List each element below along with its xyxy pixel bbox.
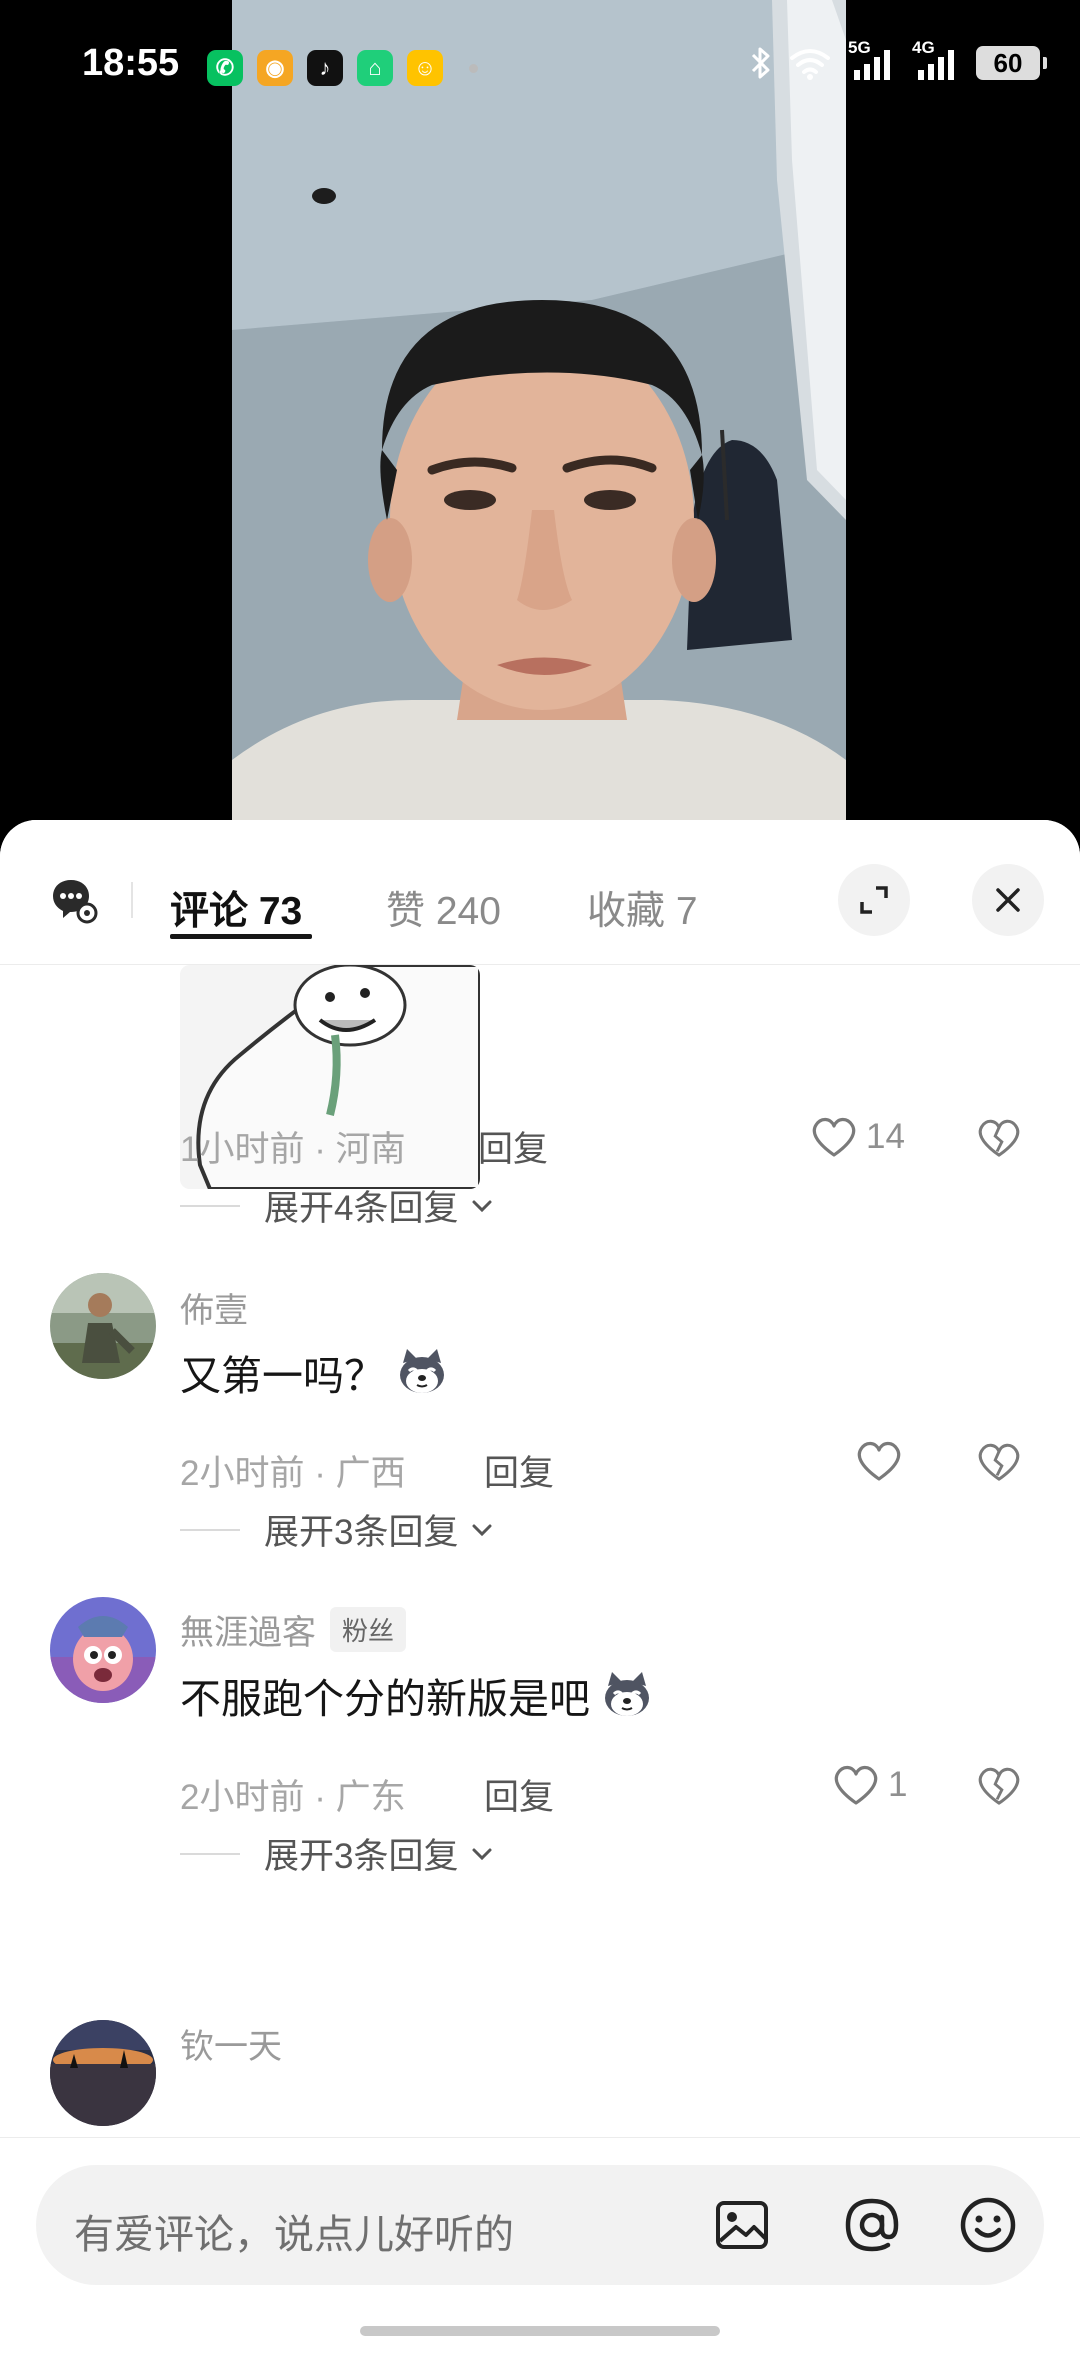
username-text: 钦一天 [180,2028,282,2066]
expand-replies-button[interactable]: 展开3条回复 [180,1828,496,1879]
home-indicator[interactable] [360,2326,720,2336]
close-panel-button[interactable] [972,864,1044,936]
comment-meta: 2小时前 · 广西 [180,1454,406,1493]
expand-replies-label: 展开3条回复 [264,1837,459,1876]
broken-heart-icon[interactable] [976,1117,1022,1159]
like-count: 1 [888,1765,908,1804]
cell-signal-5g-icon: 5G [848,38,896,82]
like-button[interactable]: 1 [832,1763,907,1807]
expand-replies-label: 展开4条回复 [264,1189,459,1228]
like-button[interactable] [855,1439,911,1483]
tiktok-icon: ♪ [307,50,343,86]
reply-button[interactable]: 回复 [484,1769,554,1820]
status-bar: 18:55 ✆ ◉ ♪ ⌂ ☺ 5G 4G 60 [0,0,1080,140]
more-notifications-dot [469,63,478,73]
comment-text: 又第一吗？ [180,1342,449,1402]
expand-icon [860,886,888,914]
notification-icons: ✆ ◉ ♪ ⌂ ☺ [207,50,478,86]
heart-outline-icon [834,1765,878,1805]
expand-panel-button[interactable] [838,864,910,936]
avatar[interactable] [50,1597,156,1703]
reply-button[interactable]: 回复 [484,1445,554,1496]
heart-outline-icon [857,1441,901,1481]
avatar-image [50,1597,156,1703]
status-indicators: 5G 4G 60 [750,38,1047,82]
weibo-icon: ◉ [257,50,293,86]
avatar-image [50,2020,156,2126]
cell-signal-4g-icon: 4G [912,38,960,82]
battery-indicator: 60 [976,46,1047,80]
status-time: 18:55 [82,42,180,84]
tab-favorites[interactable]: 收藏 7 [587,880,698,936]
chevron-down-icon [472,1848,492,1860]
comment-text: 不服跑个分的新版是吧 [180,1665,654,1725]
avatar-image [50,1273,156,1379]
username-text: 佈壹 [180,1292,248,1330]
comment-body: 又第一吗？ [180,1353,385,1399]
tab-comments[interactable]: 评论 73 [170,880,302,936]
comment-input-placeholder: 有爱评论，说点儿好听的 [74,2213,514,2257]
comment-list[interactable]: 1小时前 · 河南 回复 14 展开4条回复 佈壹 又第一吗？ 2小时前 · 广… [0,965,1080,2138]
husky-emoji-icon [400,1349,444,1393]
comment-input[interactable]: 有爱评论，说点儿好听的 [36,2165,1044,2285]
like-button[interactable]: 14 [810,1115,905,1159]
expand-divider-line [180,1528,240,1531]
comment-body: 不服跑个分的新版是吧 [180,1676,590,1722]
chevron-down-icon [472,1524,492,1536]
broken-heart-icon[interactable] [976,1441,1022,1483]
comment-input-bar: 有爱评论，说点儿好听的 [0,2137,1080,2354]
avatar[interactable] [50,2020,156,2126]
expand-replies-button[interactable]: 展开3条回复 [180,1504,496,1555]
comment-meta: 1小时前 · 河南 [180,1130,406,1169]
comment-username[interactable]: 佈壹 [180,1283,248,1332]
meituan-icon: ☺ [407,50,443,86]
emoji-icon[interactable] [958,2195,1018,2255]
comment-meta: 2小时前 · 广东 [180,1778,406,1817]
reply-button[interactable]: 回复 [478,1121,548,1172]
expand-divider-line [180,1204,240,1207]
expand-divider-line [180,1852,240,1855]
close-icon [996,888,1020,912]
tab-likes[interactable]: 赞 240 [386,880,501,936]
broken-heart-icon[interactable] [976,1765,1022,1807]
username-text: 無涯過客 [180,1614,316,1652]
mijia-icon: ⌂ [357,50,393,86]
expand-replies-label: 展开3条回复 [264,1513,459,1552]
comment-panel-header: 评论 73 赞 240 收藏 7 [0,820,1080,965]
chevron-down-icon [472,1200,492,1212]
active-tab-underline [170,934,312,939]
bluetooth-icon [751,47,770,79]
chat-settings-icon[interactable] [50,876,98,924]
wechat-icon: ✆ [207,50,243,86]
heart-outline-icon [812,1117,856,1157]
avatar[interactable] [50,1273,156,1379]
fan-badge: 粉丝 [330,1607,407,1652]
mention-icon[interactable] [842,2195,902,2255]
comment-username[interactable]: 钦一天 [180,2019,282,2068]
like-count: 14 [866,1117,905,1156]
expand-replies-button[interactable]: 展开4条回复 [180,1180,496,1231]
comment-panel: 评论 73 赞 240 收藏 7 1小时前 · 河南 回复 14 展开4条回复 … [0,820,1080,2354]
image-icon[interactable] [712,2195,772,2255]
comment-username[interactable]: 無涯過客 粉丝 [180,1605,407,1654]
wifi-icon [790,49,830,80]
husky-emoji-icon [605,1672,649,1716]
header-divider [131,882,133,918]
